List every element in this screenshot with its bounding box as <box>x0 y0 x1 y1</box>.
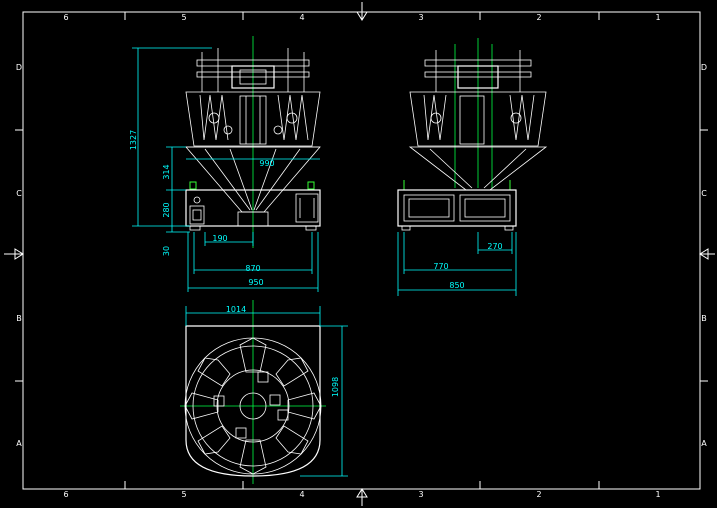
dim-leg-height: 30 <box>162 246 171 256</box>
front-view <box>185 36 321 248</box>
top-zone-1: 1 <box>655 13 660 22</box>
bottom-zone-4: 4 <box>299 490 304 499</box>
left-zone-d: D <box>16 63 22 72</box>
dim-top-width: 1014 <box>226 305 246 314</box>
side-view <box>397 38 548 231</box>
top-view <box>180 300 326 484</box>
left-zone-ruler: D C B A <box>4 63 24 448</box>
bottom-zone-ruler: 6 5 4 3 2 1 <box>63 481 661 506</box>
top-zone-6: 6 <box>63 13 68 22</box>
right-zone-b: B <box>701 314 707 323</box>
dim-frame-height: 280 <box>162 202 171 217</box>
top-zone-2: 2 <box>536 13 541 22</box>
bottom-zone-6: 6 <box>63 490 68 499</box>
dim-leg-span: 870 <box>245 264 260 273</box>
drawing-sheet: 6 5 4 3 2 1 6 5 4 3 2 1 D C B A D C B A … <box>4 2 715 506</box>
top-zone-5: 5 <box>181 13 186 22</box>
dim-side-frame-width: 850 <box>449 281 464 290</box>
right-zone-c: C <box>701 189 707 198</box>
dim-discharge-offset: 190 <box>212 234 227 243</box>
left-zone-c: C <box>16 189 22 198</box>
top-view-dimensions: 1014 1098 <box>185 305 348 477</box>
dim-frame-width: 950 <box>248 278 263 287</box>
right-zone-a: A <box>701 439 707 448</box>
top-zone-4: 4 <box>299 13 304 22</box>
front-view-dimensions: 1327 314 280 30 990 190 870 950 <box>129 47 320 292</box>
sheet-border <box>22 11 701 490</box>
top-zone-3: 3 <box>418 13 423 22</box>
bottom-zone-3: 3 <box>418 490 423 499</box>
right-zone-d: D <box>701 63 707 72</box>
dim-top-depth: 1098 <box>331 377 340 397</box>
bottom-zone-1: 1 <box>655 490 660 499</box>
dim-side-discharge-offset: 270 <box>487 242 502 251</box>
side-view-dimensions: 270 770 850 <box>397 232 517 296</box>
left-zone-a: A <box>16 439 22 448</box>
dim-height-total: 1327 <box>129 130 138 150</box>
left-zone-b: B <box>16 314 22 323</box>
bottom-zone-2: 2 <box>536 490 541 499</box>
bottom-zone-5: 5 <box>181 490 186 499</box>
right-zone-ruler: D C B A <box>699 63 715 448</box>
dim-hopper-height: 314 <box>162 164 171 179</box>
dim-hopper-width: 990 <box>259 159 274 168</box>
dim-side-leg-span: 770 <box>433 262 448 271</box>
